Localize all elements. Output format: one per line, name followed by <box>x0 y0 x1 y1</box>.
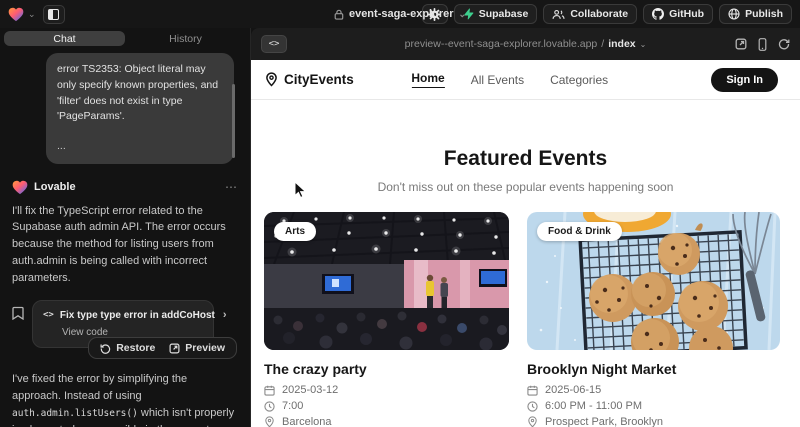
nav-home[interactable]: Home <box>411 71 444 88</box>
assistant-body-text: I've fixed the error by simplifying the … <box>12 371 238 427</box>
preview-domain: preview--event-saga-explorer.lovable.app <box>405 38 598 50</box>
restore-button[interactable]: Restore <box>100 342 155 354</box>
clock-icon <box>264 401 275 412</box>
preview-pane: <> preview--event-saga-explorer.lovable.… <box>250 28 800 427</box>
event-date: 2025-03-12 <box>282 384 338 396</box>
nav-categories[interactable]: Categories <box>550 73 608 87</box>
preview-page: index <box>608 38 635 50</box>
supabase-button[interactable]: Supabase <box>454 4 538 24</box>
lovable-app: ⌄ event-saga-explorer ⌄ <box>0 0 800 427</box>
category-badge: Arts <box>274 222 316 241</box>
event-title: Brooklyn Night Market <box>527 361 780 377</box>
toggle-sidebar-button[interactable] <box>43 5 65 24</box>
event-location: Prospect Park, Brooklyn <box>545 416 663 427</box>
preview-label: Preview <box>185 342 225 354</box>
show-code-button[interactable]: <> <box>261 35 287 53</box>
path-separator: / <box>601 38 604 50</box>
message-menu-button[interactable]: ⋯ <box>225 180 238 194</box>
tab-chat[interactable]: Chat <box>4 31 125 46</box>
calendar-icon <box>527 385 538 396</box>
open-preview-icon <box>169 343 180 354</box>
event-card[interactable]: Food & Drink Brooklyn Night Market 2025-… <box>527 212 780 427</box>
lovable-logo-menu[interactable]: ⌄ <box>8 7 36 22</box>
sign-in-button[interactable]: Sign In <box>711 68 778 92</box>
calendar-icon <box>264 385 275 396</box>
collaborate-users-icon <box>552 9 565 20</box>
globe-icon <box>728 8 740 20</box>
assistant-name: Lovable <box>34 181 76 193</box>
event-time: 6:00 PM - 11:00 PM <box>545 400 642 412</box>
map-pin-icon <box>264 416 275 427</box>
collaborate-label: Collaborate <box>570 8 628 20</box>
preview-url[interactable]: preview--event-saga-explorer.lovable.app… <box>405 38 647 50</box>
project-switcher[interactable]: event-saga-explorer ⌄ <box>334 0 466 28</box>
project-name: event-saga-explorer <box>349 8 454 20</box>
user-message-truncated: ... <box>57 139 223 155</box>
sidebar-icon <box>48 9 59 20</box>
map-pin-icon <box>527 416 538 427</box>
chevron-down-icon: ⌄ <box>640 40 647 49</box>
hero-subtitle: Don't miss out on these popular events h… <box>251 180 800 194</box>
site-viewport: CityEvents Home All Events Categories Si… <box>251 60 800 427</box>
refresh-icon[interactable] <box>778 38 790 50</box>
collaborate-button[interactable]: Collaborate <box>543 4 637 24</box>
chat-history-tabs: Chat History <box>4 31 246 46</box>
chevron-down-icon: ⌄ <box>28 10 36 19</box>
chevron-right-icon: › <box>223 309 227 321</box>
supabase-label: Supabase <box>479 8 529 20</box>
mobile-view-icon[interactable] <box>758 38 767 51</box>
preview-button[interactable]: Preview <box>169 342 225 354</box>
chat-panel: Chat History error TS2353: Object litera… <box>0 28 250 427</box>
category-badge: Food & Drink <box>537 222 622 241</box>
preview-toolbar: <> preview--event-saga-explorer.lovable.… <box>251 28 800 60</box>
bookmark-icon[interactable] <box>12 306 24 320</box>
chat-scrollbar[interactable] <box>232 84 235 158</box>
github-button[interactable]: GitHub <box>643 4 713 24</box>
restore-label: Restore <box>116 342 155 354</box>
chevron-down-icon: ⌄ <box>459 10 467 19</box>
publish-label: Publish <box>745 8 783 20</box>
open-in-new-tab-icon[interactable] <box>735 38 747 50</box>
clock-icon <box>527 401 538 412</box>
lock-icon <box>334 9 344 20</box>
event-cards: Arts The crazy party 2025-03-12 <box>251 194 800 427</box>
lovable-heart-icon <box>8 7 24 22</box>
restore-icon <box>100 343 111 354</box>
github-icon <box>652 8 664 20</box>
lovable-heart-icon <box>12 180 28 195</box>
code-icon: <> <box>43 310 54 320</box>
hero-section: Featured Events Don't miss out on these … <box>251 147 800 194</box>
event-time: 7:00 <box>282 400 303 412</box>
mouse-cursor <box>294 181 307 199</box>
site-nav: Home All Events Categories <box>411 71 608 88</box>
event-image-conference: Arts <box>264 212 509 350</box>
user-message-text: error TS2353: Object literal may only sp… <box>57 62 223 125</box>
site-brand-name: CityEvents <box>284 72 354 87</box>
publish-button[interactable]: Publish <box>719 4 792 24</box>
assistant-intro-text: I'll fix the TypeScript error related to… <box>12 203 238 287</box>
tool-call-title: Fix type type error in addCoHost <box>60 310 215 321</box>
nav-all-events[interactable]: All Events <box>471 73 524 87</box>
event-card[interactable]: Arts The crazy party 2025-03-12 <box>264 212 509 427</box>
tab-history[interactable]: History <box>125 31 246 46</box>
github-label: GitHub <box>669 8 704 20</box>
restore-preview-toolbar: Restore Preview <box>88 337 237 359</box>
site-brand[interactable]: CityEvents <box>265 72 354 87</box>
event-date: 2025-06-15 <box>545 384 601 396</box>
event-image-cookies: Food & Drink <box>527 212 780 350</box>
top-bar: ⌄ event-saga-explorer ⌄ <box>0 0 800 28</box>
site-header: CityEvents Home All Events Categories Si… <box>251 60 800 100</box>
hero-title: Featured Events <box>251 147 800 171</box>
user-message-bubble: error TS2353: Object literal may only sp… <box>46 53 234 164</box>
map-pin-icon <box>265 72 278 87</box>
event-title: The crazy party <box>264 361 509 377</box>
event-location: Barcelona <box>282 416 332 427</box>
